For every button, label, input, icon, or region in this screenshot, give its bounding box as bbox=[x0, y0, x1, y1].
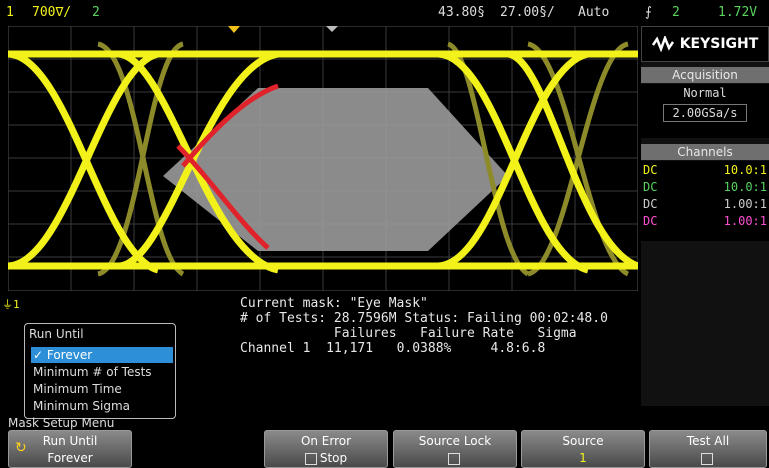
waveform-display[interactable] bbox=[8, 26, 638, 291]
channel-row-2[interactable]: DC 10.0:1 bbox=[641, 180, 769, 195]
trigger-level[interactable]: 1.72V bbox=[718, 5, 757, 20]
channels-panel[interactable]: DC 10.0:1 DC 10.0:1 DC 1.00:1 DC 1.00:1 bbox=[641, 161, 769, 241]
brand-logo: KEYSIGHT bbox=[641, 26, 769, 62]
menu-item-min-time[interactable]: Minimum Time bbox=[31, 381, 173, 397]
time-scale[interactable]: 27.00§/ bbox=[500, 5, 555, 20]
ch1-label[interactable]: 1 bbox=[6, 5, 14, 20]
on-error-softkey[interactable]: On Error Stop bbox=[264, 430, 388, 468]
acq-mode: Normal bbox=[683, 86, 727, 100]
run-until-softkey[interactable]: ↻ Run Until Forever bbox=[8, 430, 132, 468]
ch2-label[interactable]: 2 bbox=[92, 5, 100, 20]
acquisition-header: Acquisition bbox=[641, 67, 769, 83]
status-bar: 1 700∇/ 2 43.80§ 27.00§/ Auto ⨍ 2 1.72V bbox=[0, 0, 769, 26]
side-panel: KEYSIGHT Acquisition Normal 2.00GSa/s Ch… bbox=[641, 26, 769, 406]
checkbox-icon bbox=[304, 452, 317, 465]
channel-row-1[interactable]: DC 10.0:1 bbox=[641, 163, 769, 178]
sample-rate: 2.00GSa/s bbox=[663, 104, 747, 122]
menu-item-min-tests[interactable]: Minimum # of Tests bbox=[31, 364, 173, 380]
time-delay[interactable]: 43.80§ bbox=[438, 5, 485, 20]
menu-item-forever[interactable]: ✓ Forever bbox=[31, 347, 173, 363]
channels-header: Channels bbox=[641, 144, 769, 160]
mask-test-results: Current mask: "Eye Mask" # of Tests: 28.… bbox=[240, 296, 608, 356]
source-softkey[interactable]: Source 1 bbox=[521, 430, 645, 468]
trigger-channel[interactable]: 2 bbox=[672, 5, 680, 20]
menu-name-label: Mask Setup Menu bbox=[8, 416, 115, 430]
channel-row-3[interactable]: DC 1.00:1 bbox=[641, 197, 769, 212]
trigger-edge-icon: ⨍ bbox=[645, 5, 652, 20]
checkbox-icon bbox=[447, 452, 460, 465]
channel-row-4[interactable]: DC 1.00:1 bbox=[641, 214, 769, 229]
ground-icon: ⏚ bbox=[2, 298, 13, 311]
ch1-ground-marker[interactable]: ⏚1 bbox=[2, 296, 20, 312]
acquisition-panel[interactable]: Normal 2.00GSa/s bbox=[641, 84, 769, 138]
run-until-menu[interactable]: Run Until ✓ Forever Minimum # of Tests M… bbox=[24, 323, 176, 419]
softkey-bar: ↻ Run Until Forever On Error Stop Source… bbox=[0, 430, 769, 468]
keysight-wave-icon bbox=[651, 36, 674, 52]
source-lock-softkey[interactable]: Source Lock bbox=[393, 430, 517, 468]
menu-title: Run Until bbox=[29, 327, 84, 341]
trigger-mode[interactable]: Auto bbox=[578, 5, 609, 20]
ch1-scale[interactable]: 700∇/ bbox=[32, 5, 71, 20]
menu-item-min-sigma[interactable]: Minimum Sigma bbox=[31, 398, 173, 414]
test-all-softkey[interactable]: Test All bbox=[649, 430, 767, 468]
checkbox-icon bbox=[700, 452, 713, 465]
